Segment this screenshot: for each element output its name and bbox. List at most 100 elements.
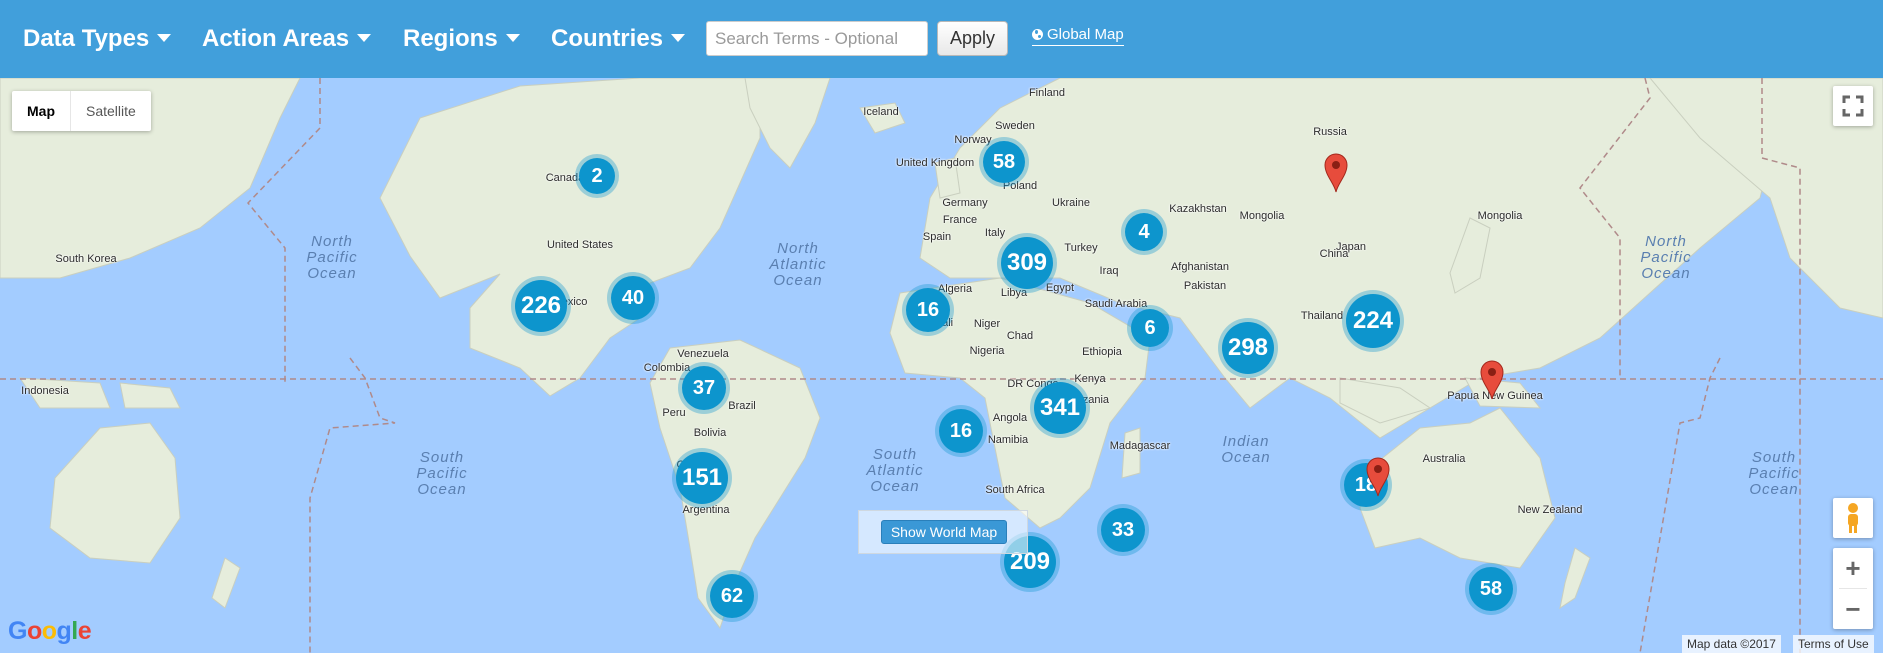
map-pin-icon[interactable] bbox=[1324, 153, 1348, 193]
place-label: United States bbox=[546, 239, 614, 251]
zoom-control: + − bbox=[1833, 548, 1873, 629]
place-label: Peru bbox=[662, 407, 686, 419]
place-label: Nigeria bbox=[969, 345, 1005, 357]
countries-dropdown[interactable]: Countries bbox=[551, 22, 686, 56]
place-label: Mongolia bbox=[1239, 210, 1285, 222]
place-label: Bolivia bbox=[693, 427, 727, 439]
land-new-zealand bbox=[1559, 547, 1591, 610]
place-label: Namibia bbox=[987, 434, 1029, 446]
show-world-map-panel: Show World Map bbox=[858, 510, 1028, 554]
fullscreen-button[interactable] bbox=[1833, 86, 1873, 126]
place-label: Chad bbox=[1006, 330, 1034, 342]
place-label: Pakistan bbox=[1183, 280, 1227, 292]
caret-down-icon bbox=[671, 33, 686, 42]
marker-cluster[interactable]: 298 bbox=[1222, 322, 1274, 374]
ocean-label: North Atlantic Ocean bbox=[769, 240, 827, 289]
top-navigation-bar: Data Types Action Areas Regions Countrie… bbox=[0, 0, 1883, 78]
place-label: United Kingdom bbox=[895, 157, 975, 169]
marker-cluster[interactable]: 16 bbox=[906, 288, 950, 332]
place-label: South Korea bbox=[55, 253, 117, 265]
marker-cluster[interactable]: 224 bbox=[1346, 294, 1400, 348]
caret-down-icon bbox=[505, 33, 520, 42]
place-label: Australia bbox=[1422, 453, 1466, 465]
countries-label: Countries bbox=[551, 25, 664, 52]
place-label: Italy bbox=[984, 227, 1006, 239]
google-logo: Google bbox=[8, 617, 92, 645]
land-greenland bbox=[744, 78, 831, 169]
land-wrap-australia-left bbox=[49, 422, 181, 564]
place-label: Madagascar bbox=[1109, 440, 1171, 452]
ocean-label: South Atlantic Ocean bbox=[866, 446, 924, 495]
marker-cluster[interactable]: 37 bbox=[682, 366, 726, 410]
place-label: Ethiopia bbox=[1082, 346, 1122, 358]
marker-cluster[interactable]: 58 bbox=[983, 141, 1025, 183]
map-attribution: Map data ©2017 bbox=[1682, 635, 1781, 653]
marker-cluster[interactable]: 4 bbox=[1125, 213, 1163, 251]
ocean-label: South Pacific Ocean bbox=[416, 449, 468, 498]
place-label: Venezuela bbox=[677, 348, 729, 360]
marker-cluster[interactable]: 6 bbox=[1131, 309, 1169, 347]
place-label: Spain bbox=[922, 231, 952, 243]
ocean-label: South Pacific Ocean bbox=[1748, 449, 1800, 498]
globe-icon bbox=[1032, 29, 1043, 40]
marker-cluster[interactable]: 226 bbox=[515, 280, 567, 332]
terms-of-use-link[interactable]: Terms of Use bbox=[1793, 635, 1874, 653]
place-label: Norway bbox=[954, 134, 992, 146]
world-map[interactable]: Finland Sweden Norway Iceland Russia Canada Un… bbox=[0, 78, 1883, 653]
street-view-pegman-button[interactable] bbox=[1833, 498, 1873, 538]
place-label: Egypt bbox=[1045, 282, 1075, 294]
place-label: Afghanistan bbox=[1170, 261, 1230, 273]
place-label: Ukraine bbox=[1052, 197, 1090, 209]
place-label: Kazakhstan bbox=[1169, 203, 1227, 215]
place-label: Argentina bbox=[682, 504, 730, 516]
regions-label: Regions bbox=[403, 25, 498, 52]
zoom-in-button[interactable]: + bbox=[1833, 548, 1873, 588]
marker-cluster[interactable]: 2 bbox=[579, 158, 615, 194]
data-types-dropdown[interactable]: Data Types bbox=[23, 22, 172, 56]
place-label: Colombia bbox=[643, 362, 691, 374]
search-terms-input[interactable] bbox=[706, 21, 928, 56]
marker-cluster[interactable]: 33 bbox=[1101, 508, 1145, 552]
marker-cluster[interactable]: 151 bbox=[676, 452, 728, 504]
place-label: Russia bbox=[1313, 126, 1347, 138]
fullscreen-icon bbox=[1842, 95, 1864, 117]
pegman-icon bbox=[1848, 503, 1858, 533]
caret-down-icon bbox=[357, 33, 372, 42]
action-areas-label: Action Areas bbox=[202, 25, 350, 52]
zoom-out-button[interactable]: − bbox=[1833, 589, 1873, 629]
marker-cluster[interactable]: 16 bbox=[939, 409, 983, 453]
regions-dropdown[interactable]: Regions bbox=[403, 22, 520, 56]
place-label: China bbox=[1319, 248, 1349, 260]
marker-cluster[interactable]: 62 bbox=[710, 574, 754, 618]
place-label: Turkey bbox=[1064, 242, 1098, 254]
caret-down-icon bbox=[157, 33, 172, 42]
marker-cluster[interactable]: 341 bbox=[1034, 382, 1086, 434]
map-type-control: Map Satellite bbox=[12, 91, 151, 131]
place-label: Angola bbox=[992, 412, 1028, 424]
place-label: Iceland bbox=[863, 106, 899, 118]
place-label: New Zealand bbox=[1517, 504, 1583, 516]
map-type-map-button[interactable]: Map bbox=[12, 91, 71, 131]
place-label: Iraq bbox=[1099, 265, 1119, 277]
marker-cluster[interactable]: 40 bbox=[611, 276, 655, 320]
place-label: Saudi Arabia bbox=[1084, 298, 1148, 310]
place-label: France bbox=[942, 214, 978, 226]
land-wrap-png-left bbox=[119, 382, 181, 409]
action-areas-dropdown[interactable]: Action Areas bbox=[202, 22, 372, 56]
global-map-link[interactable]: Global Map bbox=[1032, 25, 1124, 46]
data-types-label: Data Types bbox=[23, 25, 150, 52]
map-type-satellite-button[interactable]: Satellite bbox=[71, 91, 151, 131]
show-world-map-button[interactable]: Show World Map bbox=[881, 520, 1007, 544]
map-pin-icon[interactable] bbox=[1480, 360, 1504, 400]
place-label: Kenya bbox=[1074, 373, 1106, 385]
ocean-label: North Pacific Ocean bbox=[1640, 233, 1692, 282]
ocean-label: Indian Ocean bbox=[1221, 433, 1271, 466]
map-pin-icon[interactable] bbox=[1366, 457, 1390, 497]
place-label: Brazil bbox=[728, 400, 756, 412]
marker-cluster[interactable]: 309 bbox=[1001, 237, 1053, 289]
apply-button[interactable]: Apply bbox=[937, 21, 1008, 56]
marker-cluster[interactable]: 58 bbox=[1469, 567, 1513, 611]
place-label: South Africa bbox=[985, 484, 1045, 496]
place-label: Finland bbox=[1028, 87, 1066, 99]
land-wrap-nz-left bbox=[211, 557, 241, 609]
